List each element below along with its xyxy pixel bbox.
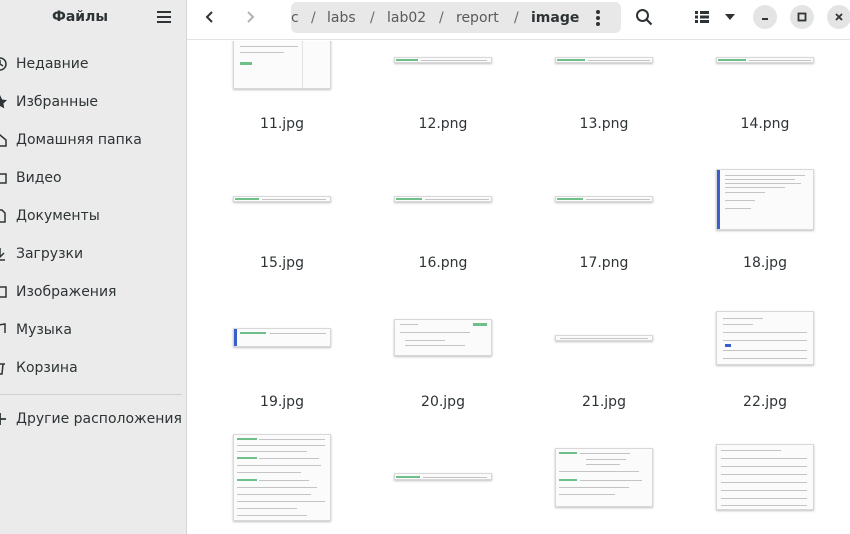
search-button[interactable]: [631, 5, 657, 29]
home-icon: [0, 132, 8, 148]
header-bar: c / labs / lab02 / report / image: [187, 0, 850, 40]
sidebar-item-label: Корзина: [16, 360, 78, 376]
sidebar-item-recent[interactable]: Недавние: [0, 45, 186, 83]
maximize-icon: [797, 12, 807, 22]
sidebar-item-videos[interactable]: Видео: [0, 159, 186, 197]
search-icon: [636, 9, 653, 26]
sidebar-item-label: Избранные: [16, 94, 98, 110]
file-thumbnail: [233, 328, 331, 347]
app-title: Файлы: [51, 9, 109, 25]
image-icon: [0, 284, 8, 300]
file-thumbnail: [555, 57, 653, 63]
document-icon: [0, 208, 8, 224]
sidebar-item-documents[interactable]: Документы: [0, 197, 186, 235]
file-name: 13.png: [579, 116, 629, 132]
music-icon: [0, 322, 8, 338]
file-thumbnail: [555, 448, 653, 507]
file-thumbnail: [716, 169, 814, 230]
sidebar-item-label: Недавние: [16, 56, 89, 72]
path-menu-button[interactable]: [591, 8, 605, 28]
hamburger-icon: [157, 11, 171, 23]
file-name: 17.png: [579, 255, 629, 271]
file-name: 11.jpg: [260, 116, 304, 132]
file-thumbnail: [233, 41, 331, 89]
breadcrumb-separator: /: [311, 10, 316, 26]
view-list-button[interactable]: [689, 5, 715, 29]
file-thumbnail: [394, 473, 492, 480]
file-name: 15.jpg: [260, 255, 304, 271]
file-thumbnail: [394, 319, 492, 356]
file-thumbnail: [394, 196, 492, 202]
breadcrumb-separator: /: [370, 10, 375, 26]
sidebar-item-label: Музыка: [16, 322, 72, 338]
plus-icon: [0, 411, 8, 427]
sidebar-item-label: Документы: [16, 208, 100, 224]
sidebar-item-label: Домашняя папка: [16, 132, 142, 148]
file-name: 19.jpg: [260, 394, 304, 410]
sidebar-item-music[interactable]: Музыка: [0, 311, 186, 349]
file-name: 16.png: [418, 255, 468, 271]
sidebar-item-label: Загрузки: [16, 246, 84, 262]
file-thumbnail: [716, 57, 814, 63]
breadcrumb-item[interactable]: lab02: [387, 10, 426, 26]
sidebar-header: Файлы: [0, 0, 186, 34]
file-thumbnail: [716, 311, 814, 365]
sidebar-item-home[interactable]: Домашняя папка: [0, 121, 186, 159]
file-thumbnail: [716, 444, 814, 510]
file-thumbnail: [555, 196, 653, 202]
file-thumbnail: [233, 434, 331, 521]
sidebar-item-label: Изображения: [16, 284, 117, 300]
file-name: 18.jpg: [743, 255, 787, 271]
sidebar-item-pictures[interactable]: Изображения: [0, 273, 186, 311]
minimize-icon: [762, 18, 768, 20]
close-button[interactable]: [827, 5, 850, 29]
chevron-down-icon: [725, 14, 735, 20]
more-vertical-icon: [596, 10, 600, 26]
breadcrumb-item[interactable]: labs: [327, 10, 356, 26]
file-grid: 11.jpg 12.png 13.png 14.png 15.jpg 16.pn…: [187, 41, 850, 534]
main-menu-button[interactable]: [151, 6, 177, 28]
file-name: 22.jpg: [743, 394, 787, 410]
forward-button[interactable]: [237, 5, 263, 29]
breadcrumb-separator: /: [514, 10, 519, 26]
breadcrumb-separator: /: [439, 10, 444, 26]
list-view-icon: [695, 11, 709, 23]
back-button[interactable]: [197, 5, 223, 29]
breadcrumb-current[interactable]: image: [531, 10, 579, 26]
sidebar-item-label: Другие расположения: [16, 411, 182, 427]
sidebar: Файлы Недавние Избранные Домашняя папка …: [0, 0, 187, 534]
chevron-right-icon: [247, 11, 255, 23]
file-name: 14.png: [740, 116, 790, 132]
breadcrumb-item[interactable]: report: [456, 10, 499, 26]
close-icon: [835, 13, 843, 21]
chevron-left-icon: [205, 11, 213, 23]
minimize-button[interactable]: [753, 5, 777, 29]
sidebar-item-trash[interactable]: Корзина: [0, 349, 186, 387]
star-icon: [0, 94, 8, 110]
file-name: 12.png: [418, 116, 468, 132]
places-list: Недавние Избранные Домашняя папка Видео …: [0, 45, 186, 387]
file-thumbnail: [394, 57, 492, 63]
download-icon: [0, 246, 8, 262]
sidebar-item-starred[interactable]: Избранные: [0, 83, 186, 121]
breadcrumb: c / labs / lab02 / report / image: [291, 2, 621, 33]
clock-icon: [0, 56, 8, 72]
video-icon: [0, 170, 8, 186]
file-thumbnail: [233, 196, 331, 202]
file-name: 20.jpg: [421, 394, 465, 410]
sidebar-item-other-locations[interactable]: Другие расположения: [0, 400, 186, 438]
breadcrumb-item[interactable]: c: [291, 10, 299, 26]
maximize-button[interactable]: [790, 5, 814, 29]
view-options-button[interactable]: [717, 5, 743, 29]
sidebar-divider: [0, 394, 182, 395]
file-name: 21.jpg: [582, 394, 626, 410]
sidebar-item-label: Видео: [16, 170, 62, 186]
sidebar-item-downloads[interactable]: Загрузки: [0, 235, 186, 273]
file-thumbnail: [555, 335, 653, 341]
trash-icon: [0, 360, 8, 376]
